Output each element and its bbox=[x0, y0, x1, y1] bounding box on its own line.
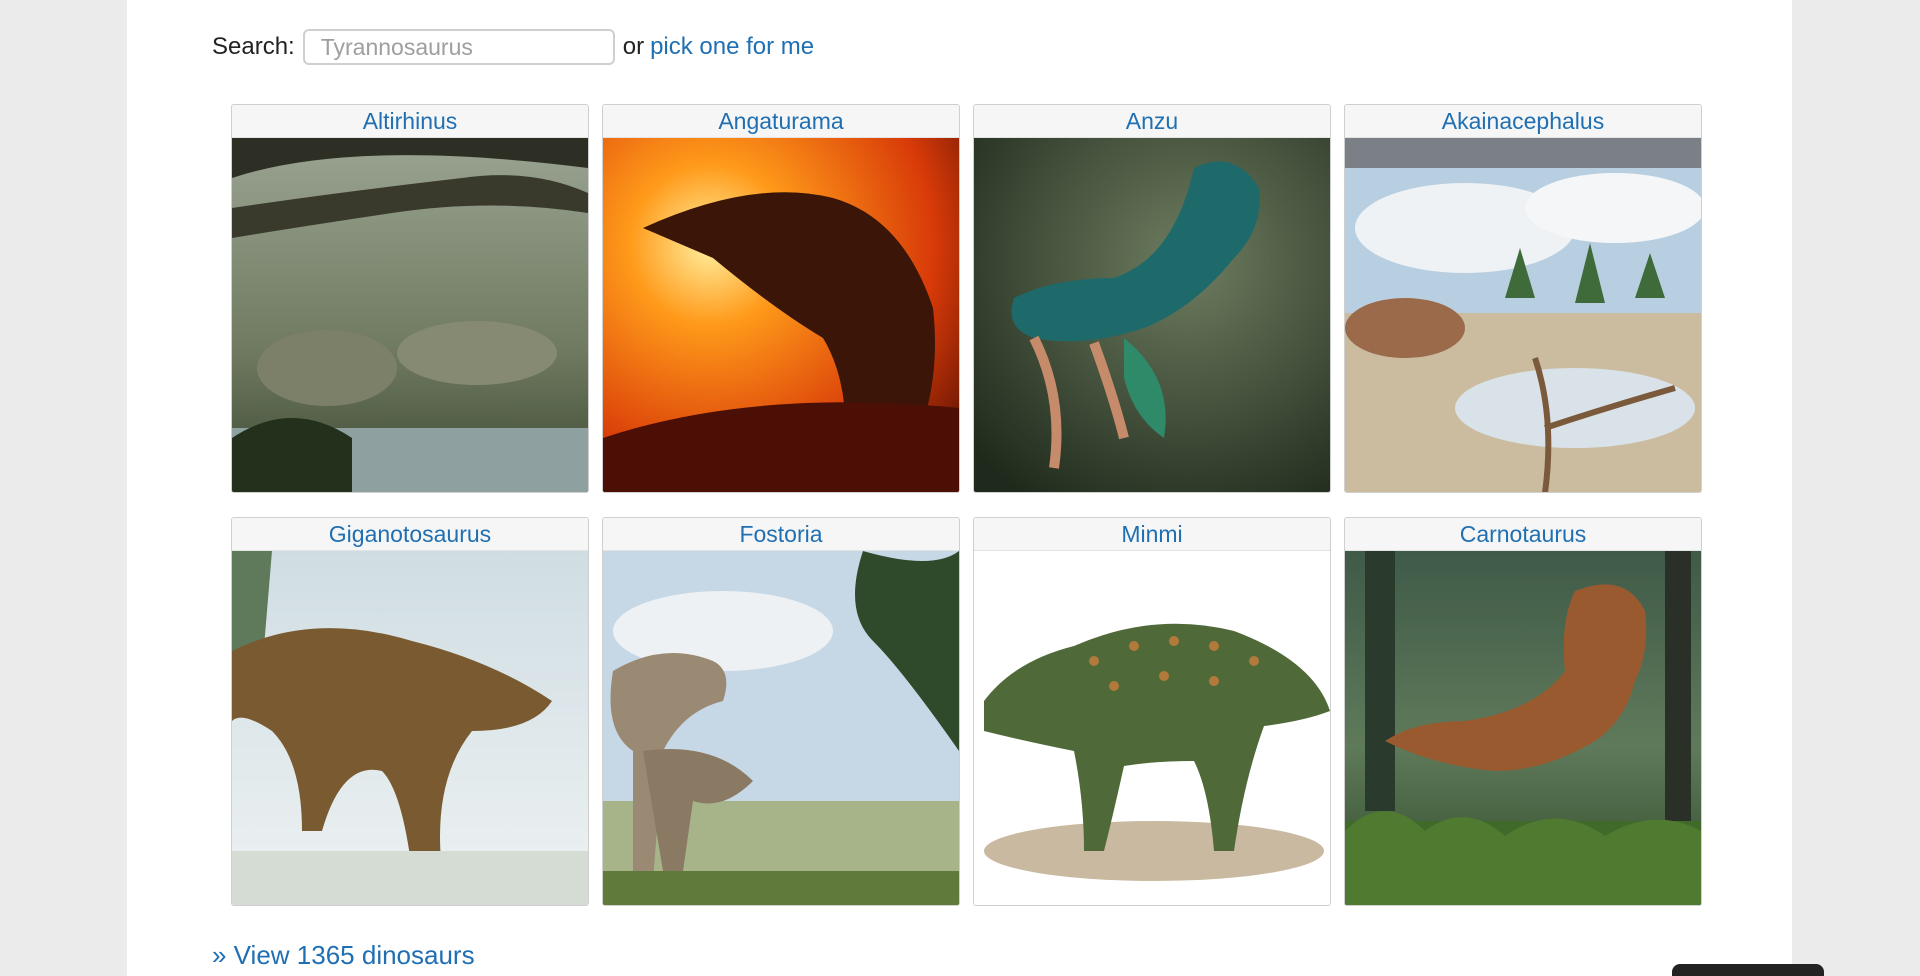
dinosaur-card-angaturama[interactable]: Angaturama bbox=[602, 104, 960, 493]
dinosaur-illustration bbox=[1345, 551, 1701, 905]
dinosaur-image[interactable] bbox=[1345, 551, 1701, 905]
card-title[interactable]: Giganotosaurus bbox=[232, 518, 588, 551]
dinosaur-image[interactable] bbox=[603, 138, 959, 492]
card-title[interactable]: Fostoria bbox=[603, 518, 959, 551]
page-content: Search: or pick one for me Altirhinus bbox=[127, 0, 1792, 976]
dinosaur-image[interactable] bbox=[974, 551, 1330, 905]
search-input[interactable] bbox=[302, 29, 615, 65]
dinosaur-image[interactable] bbox=[232, 138, 588, 492]
dinosaur-card-akainacephalus[interactable]: Akainacephalus bbox=[1344, 104, 1702, 493]
card-title[interactable]: Anzu bbox=[974, 105, 1330, 138]
pick-random-link[interactable]: pick one for me bbox=[650, 33, 814, 61]
card-title[interactable]: Minmi bbox=[974, 518, 1330, 551]
dinosaur-image[interactable] bbox=[974, 138, 1330, 492]
dinosaur-card-fostoria[interactable]: Fostoria bbox=[602, 517, 960, 906]
card-title[interactable]: Angaturama bbox=[603, 105, 959, 138]
view-all-dinosaurs-link[interactable]: » View 1365 dinosaurs bbox=[212, 940, 475, 971]
dinosaur-card-minmi[interactable]: Minmi bbox=[973, 517, 1331, 906]
dinosaur-grid: Altirhinus Angaturama Anzu Akainacephalu… bbox=[231, 104, 1702, 906]
search-label: Search: bbox=[212, 33, 295, 60]
dinosaur-illustration bbox=[603, 551, 959, 905]
dinosaur-illustration bbox=[232, 551, 588, 905]
dinosaur-card-giganotosaurus[interactable]: Giganotosaurus bbox=[231, 517, 589, 906]
dinosaur-image[interactable] bbox=[1345, 138, 1701, 492]
dinosaur-illustration bbox=[232, 138, 588, 492]
dinosaur-illustration bbox=[1345, 138, 1701, 492]
search-row: Search: or pick one for me bbox=[212, 26, 814, 68]
dinosaur-illustration bbox=[603, 138, 959, 492]
dinosaur-card-carnotaurus[interactable]: Carnotaurus bbox=[1344, 517, 1702, 906]
dinosaur-illustration bbox=[974, 138, 1330, 492]
dinosaur-illustration bbox=[974, 551, 1330, 905]
floating-button[interactable] bbox=[1672, 964, 1824, 976]
dinosaur-image[interactable] bbox=[603, 551, 959, 905]
card-title[interactable]: Carnotaurus bbox=[1345, 518, 1701, 551]
card-title[interactable]: Altirhinus bbox=[232, 105, 588, 138]
dinosaur-image[interactable] bbox=[232, 551, 588, 905]
or-text: or bbox=[622, 33, 645, 60]
dinosaur-card-altirhinus[interactable]: Altirhinus bbox=[231, 104, 589, 493]
dinosaur-card-anzu[interactable]: Anzu bbox=[973, 104, 1331, 493]
card-title[interactable]: Akainacephalus bbox=[1345, 105, 1701, 138]
